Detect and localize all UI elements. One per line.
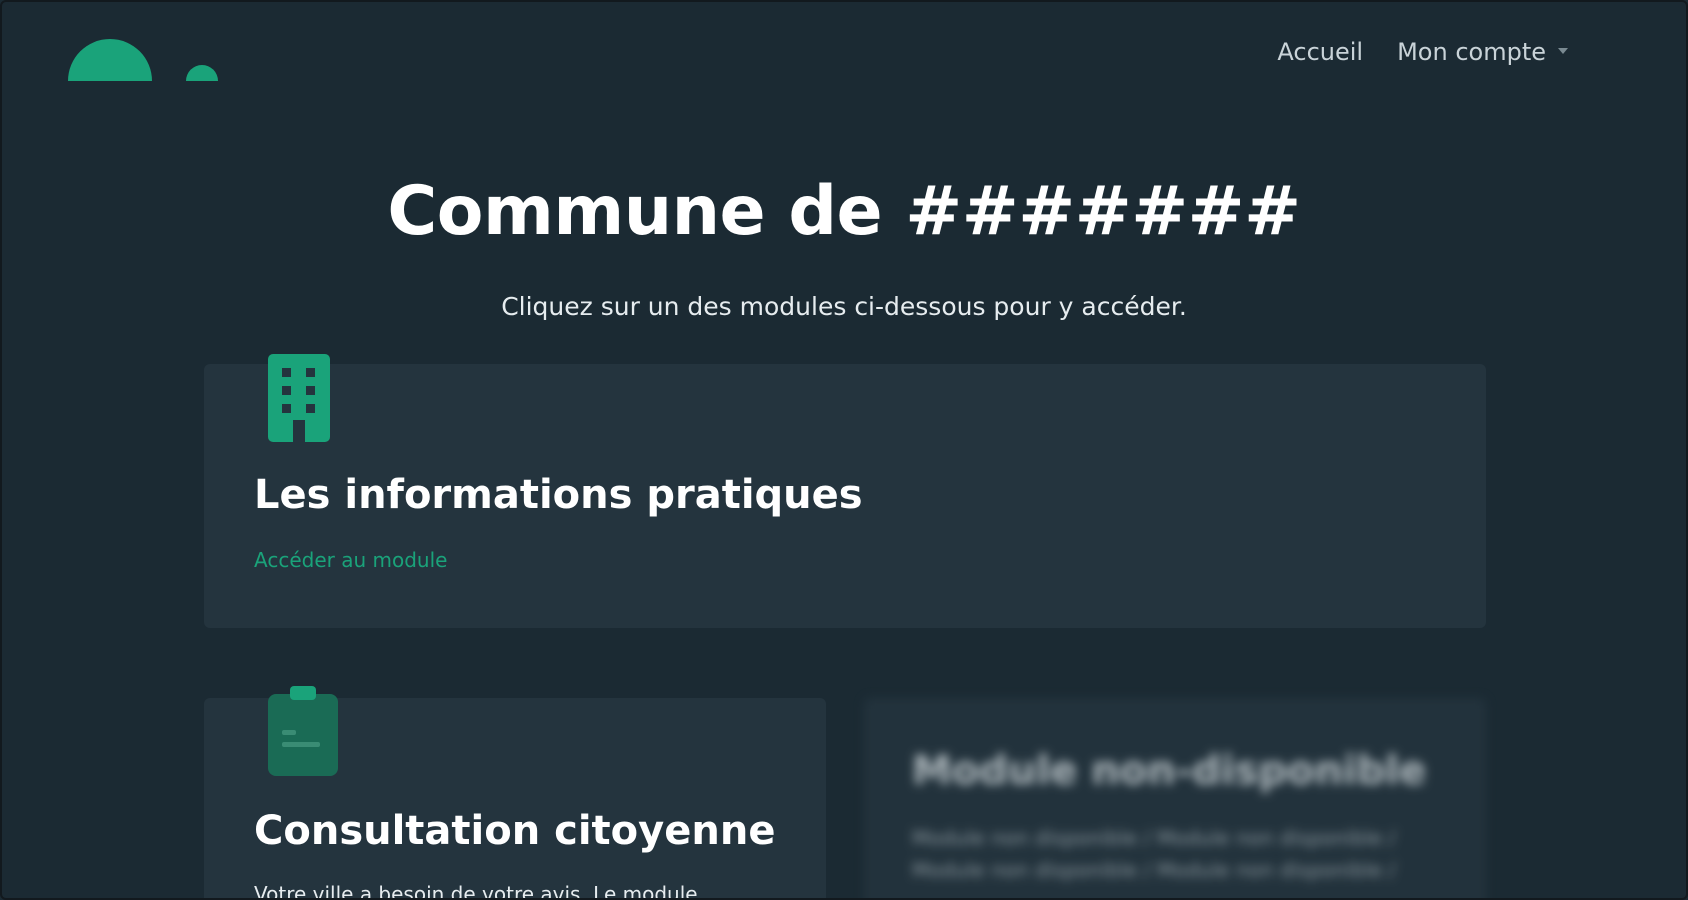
module-card-consultation[interactable]: Consultation citoyenne Votre ville a bes… [204,686,826,900]
app-window: Accueil Mon compte Commune de ####### Cl… [0,0,1688,900]
chevron-down-icon [1558,48,1568,54]
nav-account-dropdown[interactable]: Mon compte [1397,38,1568,66]
clipboard-icon [268,686,338,776]
module-access-link[interactable]: Accéder au module [254,548,447,572]
module-description: Votre ville a besoin de votre avis. Le m… [254,882,698,900]
module-description-line: Module non disponible / Module non dispo… [912,826,1396,850]
module-description-line: Module non disponible / Module non dispo… [912,858,1396,882]
page-subtitle: Cliquez sur un des modules ci-dessous po… [501,292,1187,321]
module-card-info[interactable]: Les informations pratiques Accéder au mo… [204,354,1486,628]
module-card-unavailable: Module non-disponible Module non disponi… [864,698,1486,898]
top-nav: Accueil Mon compte [1277,38,1568,66]
semicircle-logo-icon [68,39,218,81]
nav-home-link[interactable]: Accueil [1277,38,1363,66]
nav-account-label: Mon compte [1397,38,1546,66]
module-title: Les informations pratiques [254,472,863,518]
building-icon [268,354,330,442]
module-title: Module non-disponible [912,748,1427,794]
logo[interactable] [68,35,228,81]
module-title: Consultation citoyenne [254,808,776,854]
page-title: Commune de ####### [387,172,1301,251]
